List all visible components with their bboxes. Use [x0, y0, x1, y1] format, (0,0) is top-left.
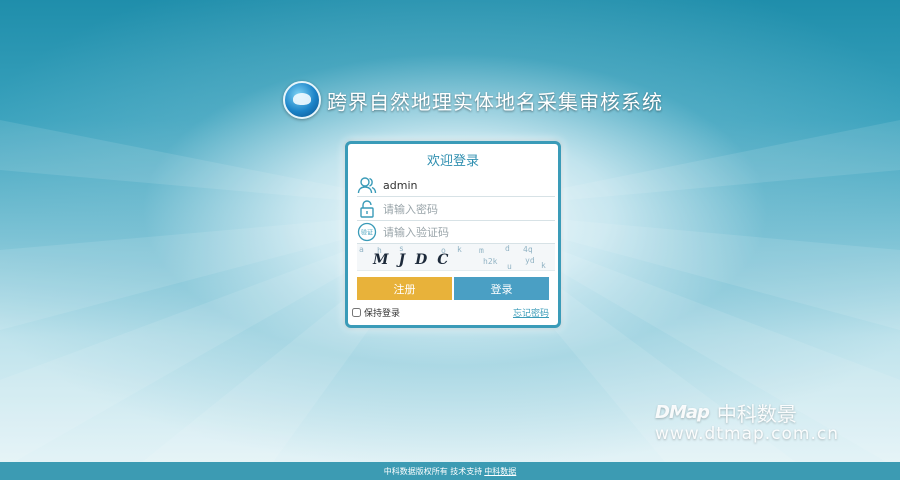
password-row [357, 198, 555, 221]
username-row [357, 174, 555, 197]
username-input[interactable] [383, 178, 543, 192]
watermark: DMap 中科数景 www.dtmap.com.cn [655, 398, 870, 446]
login-title: 欢迎登录 [426, 154, 479, 169]
svg-text:k: k [541, 261, 546, 270]
svg-text:u: u [507, 262, 512, 270]
register-button[interactable]: 注册 [357, 277, 452, 300]
svg-text:4q: 4q [523, 245, 533, 254]
remember-checkbox[interactable] [352, 308, 361, 317]
login-panel: 欢迎登录 验证 ahs kmd 4qh2kyd uko [345, 141, 561, 328]
lock-icon [360, 200, 374, 218]
captcha-text: MJDC [372, 252, 458, 268]
captcha-icon-text: 验证 [361, 229, 373, 237]
watermark-brand: DMap 中科数景 [655, 398, 797, 427]
captcha-image[interactable]: ahs kmd 4q h2k yd uko MJDC [357, 244, 555, 271]
remember-label: 保持登录 [364, 309, 401, 319]
user-icon [357, 177, 377, 194]
login-button[interactable]: 登录 [454, 277, 549, 300]
svg-text:h2k: h2k [483, 257, 498, 266]
captcha-row: 验证 [357, 221, 555, 244]
watermark-url: www.dtmap.com.cn [655, 424, 840, 444]
page-header: 跨界自然地理实体地名采集审核系统 [283, 81, 663, 119]
password-input[interactable] [383, 202, 543, 216]
captcha-input[interactable] [383, 225, 543, 239]
svg-text:m: m [479, 246, 484, 255]
svg-text:d: d [505, 244, 510, 253]
svg-text:a: a [359, 245, 364, 254]
remember-login[interactable]: 保持登录 [352, 306, 400, 319]
footer-support-link[interactable]: 中科数据 [484, 466, 516, 477]
watermark-logo: DMap [655, 402, 710, 423]
footer-text: 中科数据版权所有 技术支持 [383, 466, 483, 476]
forgot-password-link[interactable]: 忘记密码 [513, 306, 549, 319]
svg-text:yd: yd [525, 256, 535, 265]
footer: 中科数据版权所有 技术支持 中科数据 [0, 462, 900, 480]
watermark-brand-text: 中科数景 [716, 402, 797, 426]
system-title: 跨界自然地理实体地名采集审核系统 [327, 89, 663, 114]
captcha-icon: 验证 [357, 222, 377, 242]
globe-emblem-icon [283, 81, 321, 119]
